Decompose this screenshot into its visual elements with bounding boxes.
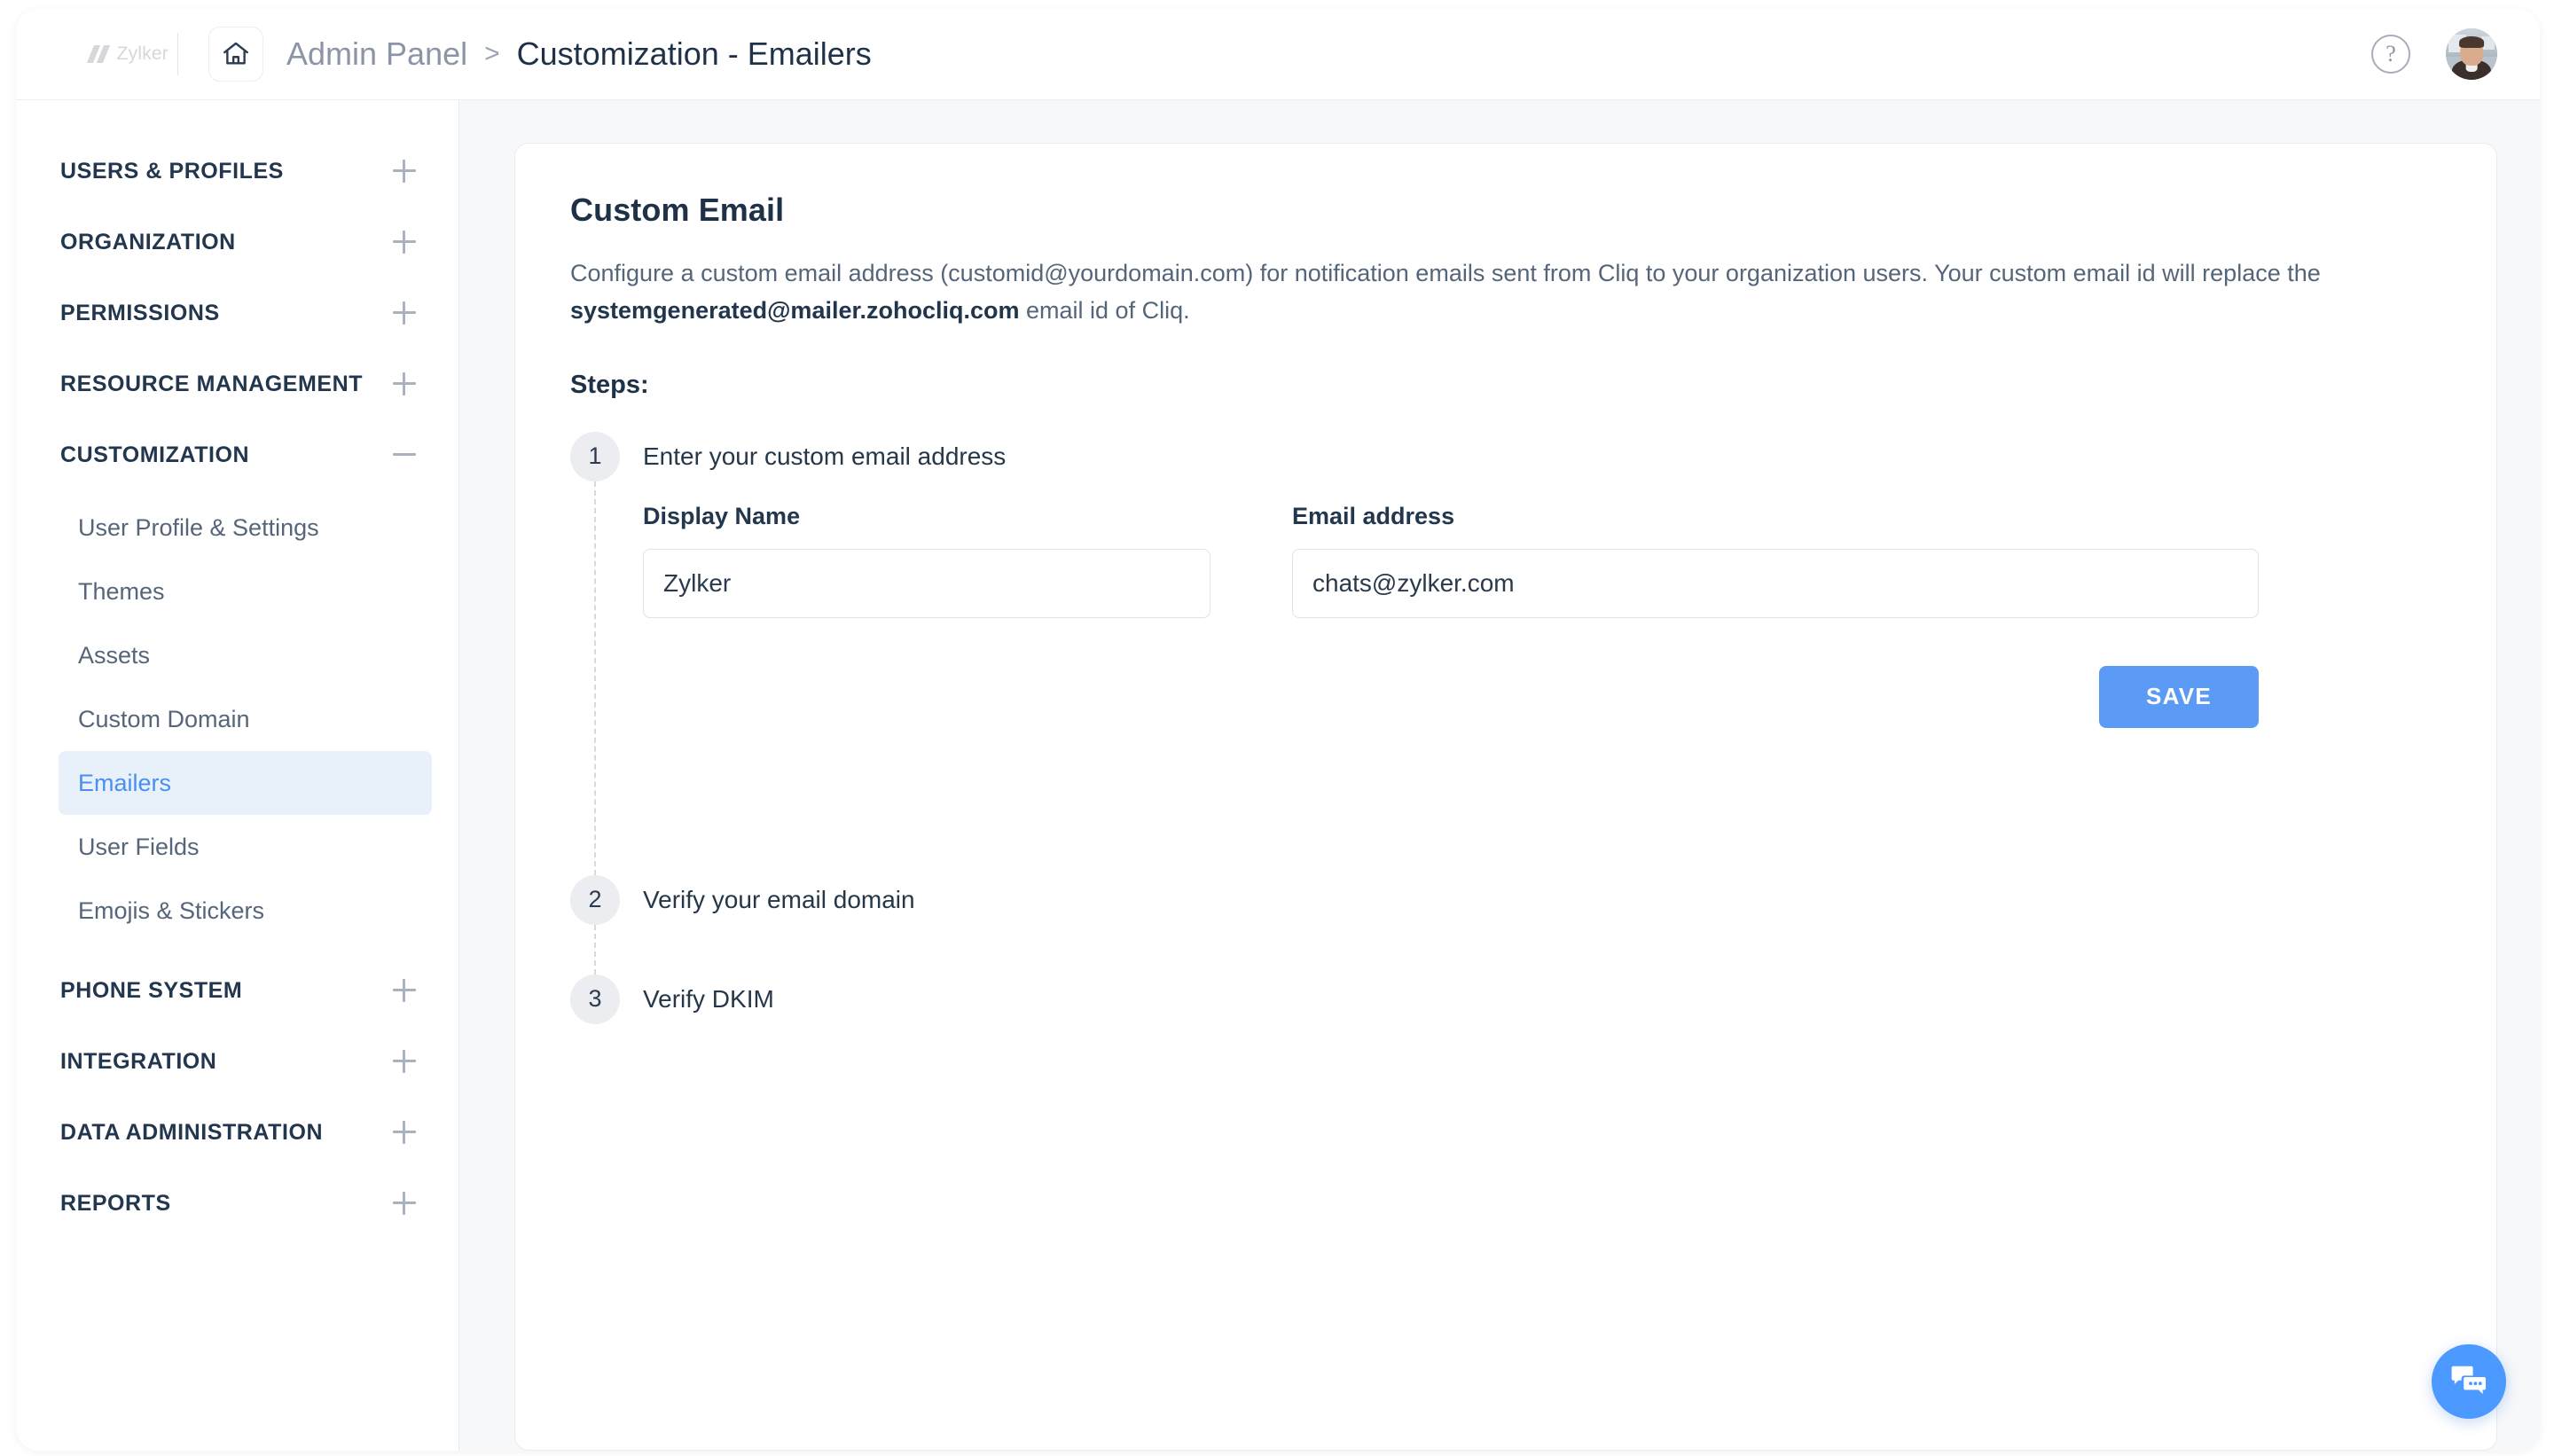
- step-1: 1 Enter your custom email address Displa…: [570, 431, 2441, 884]
- plus-icon[interactable]: [393, 301, 416, 325]
- topbar-divider: [177, 33, 178, 75]
- step-number-badge: 1: [570, 431, 620, 481]
- sidebar: USERS & PROFILES ORGANIZATION PERMISSION…: [16, 100, 459, 1451]
- sidebar-item-user-profile-settings[interactable]: User Profile & Settings: [59, 496, 432, 560]
- sidebar-group-label: PHONE SYSTEM: [60, 977, 243, 1003]
- sidebar-group-phone-system[interactable]: PHONE SYSTEM: [16, 955, 458, 1026]
- sidebar-item-label: Emojis & Stickers: [78, 896, 265, 924]
- top-bar: Zylker Admin Panel > Customization - Ema…: [16, 9, 2540, 100]
- brand-logo[interactable]: Zylker: [16, 43, 176, 65]
- sidebar-group-reports[interactable]: REPORTS: [16, 1168, 458, 1239]
- email-address-field-group: Email address: [1292, 503, 2259, 618]
- step-title[interactable]: Verify your email domain: [643, 875, 2441, 925]
- custom-email-card: Custom Email Configure a custom email ad…: [514, 143, 2497, 1451]
- sidebar-item-emojis-stickers[interactable]: Emojis & Stickers: [59, 879, 432, 943]
- step-connector-line: [594, 481, 596, 884]
- sidebar-item-label: Custom Domain: [78, 705, 250, 732]
- steps-label: Steps:: [570, 370, 649, 399]
- sidebar-item-emailers[interactable]: Emailers: [59, 751, 432, 815]
- save-row: SAVE: [643, 665, 2259, 728]
- save-button[interactable]: SAVE: [2099, 665, 2259, 728]
- plus-icon[interactable]: [393, 1192, 416, 1215]
- sidebar-item-assets[interactable]: Assets: [59, 623, 432, 687]
- email-form-row: Display Name Email address: [643, 503, 2441, 618]
- minus-icon[interactable]: [393, 443, 416, 466]
- sidebar-item-label: Assets: [78, 641, 151, 669]
- sidebar-customization-sublist: User Profile & Settings Themes Assets Cu…: [16, 490, 458, 955]
- description-text-2: email id of Cliq.: [1019, 296, 1190, 324]
- sidebar-group-label: RESOURCE MANAGEMENT: [60, 371, 364, 396]
- sidebar-group-users-profiles[interactable]: USERS & PROFILES: [16, 136, 458, 207]
- sidebar-group-data-administration[interactable]: DATA ADMINISTRATION: [16, 1097, 458, 1168]
- body-wrapper: USERS & PROFILES ORGANIZATION PERMISSION…: [16, 100, 2540, 1451]
- plus-icon[interactable]: [393, 1050, 416, 1073]
- chat-support-button[interactable]: [2432, 1344, 2506, 1419]
- sidebar-group-resource-management[interactable]: RESOURCE MANAGEMENT: [16, 348, 458, 419]
- main-content: Custom Email Configure a custom email ad…: [459, 100, 2540, 1451]
- step-2: 2 Verify your email domain: [570, 874, 2441, 983]
- home-button[interactable]: [208, 27, 263, 82]
- step-number-badge: 3: [570, 974, 620, 1024]
- sidebar-group-integration[interactable]: INTEGRATION: [16, 1026, 458, 1097]
- email-address-input[interactable]: [1292, 548, 2259, 618]
- sidebar-group-label: INTEGRATION: [60, 1048, 217, 1074]
- display-name-field-group: Display Name: [643, 503, 1210, 618]
- avatar[interactable]: [2446, 28, 2497, 80]
- breadcrumb-root[interactable]: Admin Panel: [286, 38, 467, 70]
- sidebar-group-label: ORGANIZATION: [60, 229, 236, 254]
- sidebar-group-label: USERS & PROFILES: [60, 158, 284, 184]
- breadcrumb-separator-icon: >: [484, 39, 500, 68]
- app-window: Zylker Admin Panel > Customization - Ema…: [16, 9, 2540, 1451]
- zylker-logo-icon: [86, 45, 110, 63]
- sidebar-group-permissions[interactable]: PERMISSIONS: [16, 278, 458, 348]
- plus-icon[interactable]: [393, 1121, 416, 1144]
- sidebar-item-custom-domain[interactable]: Custom Domain: [59, 687, 432, 751]
- plus-icon[interactable]: [393, 372, 416, 395]
- plus-icon[interactable]: [393, 160, 416, 183]
- sidebar-group-label: CUSTOMIZATION: [60, 442, 250, 467]
- breadcrumb-current: Customization - Emailers: [516, 35, 872, 72]
- sidebar-item-label: User Fields: [78, 833, 200, 860]
- step-title[interactable]: Verify DKIM: [643, 975, 2441, 1024]
- sidebar-group-label: DATA ADMINISTRATION: [60, 1119, 324, 1145]
- description-text-1: Configure a custom email address (custom…: [570, 260, 2321, 286]
- sidebar-item-user-fields[interactable]: User Fields: [59, 815, 432, 879]
- email-address-label: Email address: [1292, 502, 1455, 529]
- plus-icon[interactable]: [393, 979, 416, 1002]
- sidebar-item-themes[interactable]: Themes: [59, 560, 432, 623]
- sidebar-group-label: REPORTS: [60, 1190, 171, 1216]
- step-3: 3 Verify DKIM: [570, 974, 2441, 1028]
- step-2-spacer: [643, 925, 2441, 975]
- breadcrumb: Admin Panel > Customization - Emailers: [286, 38, 872, 70]
- step-title: Enter your custom email address: [643, 442, 1007, 470]
- home-icon: [221, 39, 251, 69]
- step-1-body: Display Name Email address S: [643, 481, 2441, 875]
- sidebar-group-organization[interactable]: ORGANIZATION: [16, 207, 458, 278]
- sidebar-item-label: Emailers: [78, 769, 172, 796]
- steps-list: 1 Enter your custom email address Displa…: [570, 431, 2441, 1028]
- display-name-label: Display Name: [643, 502, 801, 529]
- plus-icon[interactable]: [393, 231, 416, 254]
- step-1-spacer: [643, 728, 2441, 861]
- sidebar-item-label: User Profile & Settings: [78, 513, 319, 541]
- brand-name: Zylker: [116, 43, 168, 64]
- help-icon[interactable]: ?: [2371, 35, 2410, 74]
- topbar-actions: ?: [2371, 28, 2540, 80]
- app-root: Zylker Admin Panel > Customization - Ema…: [0, 0, 2554, 1456]
- display-name-input[interactable]: [643, 548, 1210, 618]
- page-description: Configure a custom email address (custom…: [570, 255, 2441, 330]
- sidebar-group-customization[interactable]: CUSTOMIZATION: [16, 419, 458, 490]
- sidebar-group-label: PERMISSIONS: [60, 300, 220, 325]
- chat-bubbles-icon: [2448, 1358, 2490, 1405]
- step-number-badge: 2: [570, 874, 620, 925]
- sidebar-item-label: Themes: [78, 577, 165, 605]
- description-system-email: systemgenerated@mailer.zohocliq.com: [570, 296, 1020, 324]
- page-title: Custom Email: [570, 192, 785, 228]
